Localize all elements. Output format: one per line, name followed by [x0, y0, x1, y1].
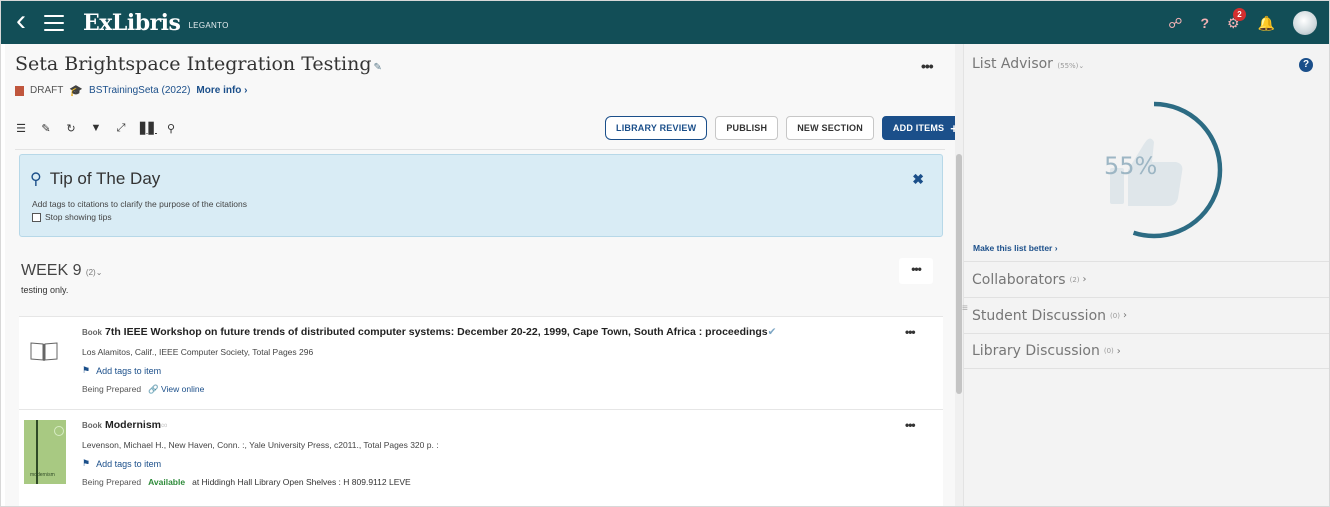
course-link[interactable]: BSTrainingSeta (2022): [89, 85, 190, 96]
collapse-icon[interactable]: ⤢: [115, 122, 127, 135]
view-online-link[interactable]: 🔗 View online: [148, 384, 204, 395]
tip-of-the-day: ⚲ Tip of The Day Add tags to citations t…: [19, 154, 943, 237]
item-title[interactable]: Book 7th IEEE Workshop on future trends o…: [82, 326, 776, 338]
edit-icon[interactable]: ✎: [40, 122, 52, 135]
checkbox-icon[interactable]: [32, 212, 41, 222]
add-tags-link[interactable]: ⚑ Add tags to item: [82, 458, 161, 469]
top-bar-actions: ☍ ? ⚙ 2 🔔: [1168, 1, 1317, 44]
edit-title-icon[interactable]: ✎: [374, 62, 382, 73]
help-icon[interactable]: ?: [1200, 16, 1209, 30]
chevron-right-icon: ›: [1082, 274, 1087, 285]
add-items-label: ADD ITEMS: [892, 123, 945, 133]
side-panel: List Advisor (55%)⌄ ? 55% Make this list…: [962, 44, 1329, 506]
refresh-icon[interactable]: ↻: [65, 122, 77, 135]
more-info-link[interactable]: More info ›: [196, 85, 247, 96]
item-title[interactable]: Book Modernism∞: [82, 419, 167, 431]
section-count: (2): [85, 268, 96, 277]
section-title[interactable]: WEEK 9 (2)⌄: [21, 262, 102, 280]
graduation-cap-icon: 🎓: [69, 85, 84, 97]
item-type: Book: [82, 421, 102, 430]
add-tags-link[interactable]: ⚑ Add tags to item: [82, 365, 161, 376]
item-location: at Hiddingh Hall Library Open Shelves : …: [192, 477, 411, 487]
tag-icon: ⚑: [82, 365, 91, 375]
library-discussion-row[interactable]: Library Discussion (0) ›: [964, 333, 1329, 369]
tip-title: ⚲ Tip of The Day: [30, 169, 160, 189]
link-icon: ∞: [161, 420, 168, 430]
item-details: Los Alamitos, Calif., IEEE Computer Soci…: [82, 347, 314, 357]
collaborators-row[interactable]: Collaborators (2) ›: [964, 261, 1329, 297]
new-section-button[interactable]: NEW SECTION: [786, 116, 874, 140]
list-more-button[interactable]: •••: [921, 58, 934, 74]
page-title: Seta Brightspace Integration Testing ✎: [15, 53, 382, 75]
item-type: Book: [82, 328, 102, 337]
book-icon: [30, 342, 58, 361]
notification-badge: 2: [1233, 7, 1246, 21]
list-toolbar: ☰ ✎ ↻ ▼ ⤢ ▋▋ ⚲: [15, 122, 177, 135]
chevron-down-icon[interactable]: ⌄: [1078, 62, 1084, 70]
chevron-right-icon: ›: [1122, 310, 1127, 321]
avatar[interactable]: [1293, 10, 1317, 35]
status-badge: DRAFT: [30, 85, 64, 96]
make-list-better-link[interactable]: Make this list better ›: [973, 243, 1058, 253]
link-icon[interactable]: ☍: [1168, 16, 1182, 30]
reading-list-panel: Seta Brightspace Integration Testing ✎ ••…: [5, 44, 957, 506]
processing-status: Being Prepared: [82, 477, 142, 487]
library-discussion-count: (0): [1103, 347, 1114, 355]
stop-tips-checkbox[interactable]: Stop showing tips: [32, 212, 112, 222]
library-review-button[interactable]: LIBRARY REVIEW: [605, 116, 708, 140]
processing-status: Being Prepared: [82, 384, 142, 394]
list-title: Seta Brightspace Integration Testing: [15, 53, 372, 75]
chevron-down-icon[interactable]: ⌄: [96, 268, 103, 277]
tip-text: Add tags to citations to clarify the pur…: [32, 199, 247, 209]
chevron-right-icon: ›: [1116, 345, 1121, 357]
list-meta: DRAFT 🎓 BSTrainingSeta (2022) More info …: [15, 84, 248, 97]
cover-text: modernism: [30, 472, 55, 478]
section-week-9: WEEK 9 (2)⌄ testing only. ••• Book 7th IE…: [19, 254, 943, 506]
book-cover: modernism: [24, 420, 66, 484]
availability-status[interactable]: Available: [148, 477, 185, 487]
student-discussion-row[interactable]: Student Discussion (0) ›: [964, 297, 1329, 333]
list-item[interactable]: modernism Book Modernism∞ Levenson, Micha…: [19, 409, 943, 498]
stop-tips-label: Stop showing tips: [45, 212, 112, 222]
question-icon[interactable]: ?: [1299, 58, 1313, 72]
item-more-button[interactable]: •••: [905, 325, 916, 339]
item-details: Levenson, Michael H., New Haven, Conn. :…: [82, 440, 439, 450]
tag-icon: ⚑: [82, 458, 91, 468]
section-more-button[interactable]: •••: [899, 258, 933, 284]
student-discussion-count: (0): [1110, 311, 1120, 320]
section-description: testing only.: [21, 285, 69, 295]
publish-button[interactable]: PUBLISH: [715, 116, 779, 140]
advisor-percent-small: (55%): [1057, 62, 1079, 70]
filter-icon[interactable]: ▼: [90, 122, 102, 135]
hamburger-icon[interactable]: [41, 10, 67, 36]
brand-logo: ExLibris: [83, 9, 181, 36]
list-actions: LIBRARY REVIEW PUBLISH NEW SECTION ADD I…: [605, 116, 957, 140]
item-status: Being Prepared 🔗 View online: [82, 384, 204, 395]
list-view-icon[interactable]: ☰: [15, 122, 27, 135]
checkmark-icon: ✔: [767, 326, 777, 338]
brand-subtitle: LEGANTO: [188, 21, 229, 30]
tip-title-text: Tip of The Day: [49, 169, 161, 188]
main-scrollbar[interactable]: [955, 44, 963, 506]
item-status: Being Prepared Available at Hiddingh Hal…: [82, 477, 411, 487]
app-window: ‹ ExLibris LEGANTO ☍ ? ⚙ 2 🔔 Seta Brights…: [0, 0, 1330, 507]
collaborators-count: (2): [1069, 275, 1080, 284]
lightbulb-icon: ⚲: [30, 171, 42, 188]
bell-icon[interactable]: 🔔: [1258, 16, 1275, 30]
item-more-button[interactable]: •••: [905, 418, 916, 432]
close-icon[interactable]: ✖: [912, 171, 924, 188]
section-header: WEEK 9 (2)⌄ testing only. •••: [19, 254, 943, 316]
list-advisor-title[interactable]: List Advisor (55%)⌄: [972, 56, 1084, 72]
advisor-percent: 55%: [1104, 152, 1158, 180]
toolbar-divider: [15, 149, 945, 150]
scrollbar-thumb[interactable]: [956, 154, 962, 394]
back-icon[interactable]: ‹: [7, 1, 35, 44]
search-icon[interactable]: ⚲: [165, 122, 177, 135]
list-item[interactable]: Book 7th IEEE Workshop on future trends o…: [19, 316, 943, 409]
gears-icon[interactable]: ⚙ 2: [1227, 7, 1246, 30]
analytics-icon[interactable]: ▋▋: [140, 122, 157, 135]
top-bar: ‹ ExLibris LEGANTO ☍ ? ⚙ 2 🔔: [1, 1, 1329, 44]
draft-icon: [15, 85, 24, 96]
add-items-button[interactable]: ADD ITEMS+: [881, 116, 957, 140]
